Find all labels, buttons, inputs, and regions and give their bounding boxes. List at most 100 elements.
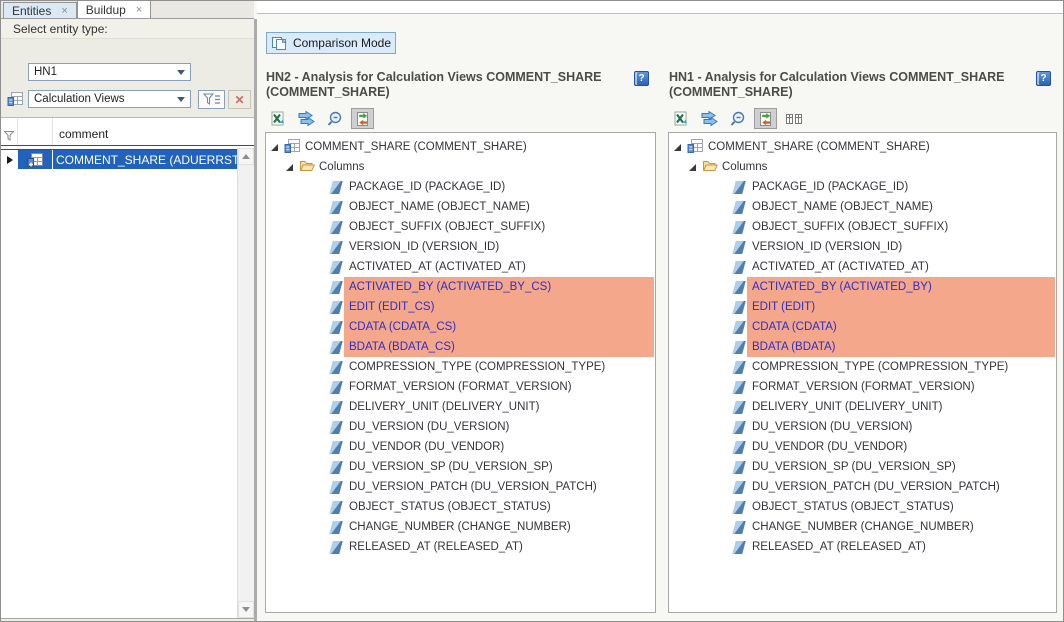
system-select[interactable]: HN1: [28, 63, 191, 81]
help-icon[interactable]: ?: [1036, 71, 1051, 86]
expanded-arrow-icon[interactable]: [689, 164, 696, 171]
column-icon: [329, 381, 342, 394]
tree-column-row[interactable]: VERSION_ID (VERSION_ID): [669, 237, 1056, 257]
calculation-view-icon: [687, 138, 704, 157]
tree-column-row[interactable]: DU_VERSION (DU_VERSION): [669, 417, 1056, 437]
filter-button[interactable]: [198, 90, 225, 109]
tree-column-row[interactable]: PACKAGE_ID (PACKAGE_ID): [266, 177, 655, 197]
clear-filter-button[interactable]: ✕: [228, 90, 251, 109]
column-label: DELIVERY_UNIT (DELIVERY_UNIT): [344, 397, 654, 417]
excel-export-button[interactable]: [267, 108, 290, 129]
column-icon: [732, 361, 745, 374]
tree-column-row[interactable]: VERSION_ID (VERSION_ID): [266, 237, 655, 257]
comment-column-header[interactable]: comment: [53, 127, 254, 145]
column-icon: [329, 401, 342, 414]
tree-column-row[interactable]: RELEASED_AT (RELEASED_AT): [669, 537, 1056, 557]
chevron-down-icon: [177, 70, 185, 75]
entity-row-selected[interactable]: COMMENT_SHARE (ADUERRSTEIN_T: [1, 150, 254, 169]
panel-toolbar-hn1: [670, 108, 805, 129]
tree-column-row[interactable]: BDATA (BDATA_CS): [266, 337, 655, 357]
tree-column-row[interactable]: DU_VENDOR (DU_VENDOR): [669, 437, 1056, 457]
tree-column-row[interactable]: OBJECT_STATUS (OBJECT_STATUS): [266, 497, 655, 517]
column-icon: [329, 241, 342, 254]
tree-column-row[interactable]: DU_VERSION_SP (DU_VERSION_SP): [669, 457, 1056, 477]
tree-root-row[interactable]: COMMENT_SHARE (COMMENT_SHARE): [669, 137, 1056, 157]
tab-entities[interactable]: Entities ×: [3, 2, 77, 18]
column-label: OBJECT_SUFFIX (OBJECT_SUFFIX): [747, 217, 1055, 237]
tree-column-row[interactable]: DU_VENDOR (DU_VENDOR): [266, 437, 655, 457]
tree-root-label: COMMENT_SHARE (COMMENT_SHARE): [305, 141, 527, 153]
tree-column-row[interactable]: BDATA (BDATA): [669, 337, 1056, 357]
column-label: DU_VERSION_PATCH (DU_VERSION_PATCH): [344, 477, 654, 497]
tree-column-row[interactable]: ACTIVATED_BY (ACTIVATED_BY): [669, 277, 1056, 297]
sidebar-scrollbar[interactable]: [237, 148, 254, 618]
tree-folder-row[interactable]: Columns: [266, 157, 655, 177]
column-icon: [732, 301, 745, 314]
compare-button[interactable]: [754, 108, 777, 129]
tree-root-row[interactable]: COMMENT_SHARE (COMMENT_SHARE): [266, 137, 655, 157]
expanded-arrow-icon[interactable]: [271, 144, 278, 151]
scroll-down-button[interactable]: [238, 601, 254, 618]
tree-column-row[interactable]: EDIT (EDIT_CS): [266, 297, 655, 317]
row-icon-cell: [18, 150, 53, 169]
tree-column-row[interactable]: FORMAT_VERSION (FORMAT_VERSION): [669, 377, 1056, 397]
excel-export-button[interactable]: [670, 108, 693, 129]
tree-column-row[interactable]: DU_VERSION_PATCH (DU_VERSION_PATCH): [266, 477, 655, 497]
tree-columns-hn1: PACKAGE_ID (PACKAGE_ID) OBJECT_NAME (OBJ…: [669, 177, 1056, 557]
transfer-button[interactable]: [295, 108, 318, 129]
column-icon: [329, 461, 342, 474]
tree-column-row[interactable]: OBJECT_NAME (OBJECT_NAME): [669, 197, 1056, 217]
tree-column-row[interactable]: PACKAGE_ID (PACKAGE_ID): [669, 177, 1056, 197]
column-label: COMPRESSION_TYPE (COMPRESSION_TYPE): [344, 357, 654, 377]
magnifier-equals-icon: [729, 111, 746, 127]
tree-column-row[interactable]: COMPRESSION_TYPE (COMPRESSION_TYPE): [266, 357, 655, 377]
tree-column-row[interactable]: FORMAT_VERSION (FORMAT_VERSION): [266, 377, 655, 397]
tree-column-row[interactable]: COMPRESSION_TYPE (COMPRESSION_TYPE): [669, 357, 1056, 377]
tree-column-row[interactable]: OBJECT_NAME (OBJECT_NAME): [266, 197, 655, 217]
tree-column-row[interactable]: OBJECT_STATUS (OBJECT_STATUS): [669, 497, 1056, 517]
entity-type-select[interactable]: Calculation Views: [28, 90, 191, 108]
zoom-filter-button[interactable]: [726, 108, 749, 129]
tree-column-row[interactable]: EDIT (EDIT): [669, 297, 1056, 317]
column-label: ACTIVATED_BY (ACTIVATED_BY_CS): [344, 277, 654, 297]
tree-column-row[interactable]: DELIVERY_UNIT (DELIVERY_UNIT): [266, 397, 655, 417]
tree-column-row[interactable]: DU_VERSION (DU_VERSION): [266, 417, 655, 437]
column-label: CDATA (CDATA): [747, 317, 1055, 337]
tree-column-row[interactable]: RELEASED_AT (RELEASED_AT): [266, 537, 655, 557]
column-label: PACKAGE_ID (PACKAGE_ID): [747, 177, 1055, 197]
tree-column-row[interactable]: ACTIVATED_AT (ACTIVATED_AT): [266, 257, 655, 277]
column-label: DU_VERSION_SP (DU_VERSION_SP): [344, 457, 654, 477]
comparison-mode-button[interactable]: Comparison Mode: [266, 32, 396, 54]
column-label: ACTIVATED_AT (ACTIVATED_AT): [344, 257, 654, 277]
tree-column-row[interactable]: ACTIVATED_AT (ACTIVATED_AT): [669, 257, 1056, 277]
compare-button[interactable]: [351, 108, 374, 129]
column-label: DU_VERSION (DU_VERSION): [344, 417, 654, 437]
expanded-arrow-icon[interactable]: [286, 164, 293, 171]
column-icon: [329, 361, 342, 374]
tree-column-row[interactable]: DU_VERSION_PATCH (DU_VERSION_PATCH): [669, 477, 1056, 497]
transfer-button[interactable]: [698, 108, 721, 129]
column-label: BDATA (BDATA_CS): [344, 337, 654, 357]
column-icon: [329, 481, 342, 494]
tab-entities-close-icon[interactable]: ×: [61, 6, 67, 16]
column-label: DU_VENDOR (DU_VENDOR): [747, 437, 1055, 457]
header-filter-cell[interactable]: [1, 118, 18, 145]
tree-column-row[interactable]: CHANGE_NUMBER (CHANGE_NUMBER): [669, 517, 1056, 537]
column-layout-button[interactable]: [782, 108, 805, 129]
tab-buildup-close-icon[interactable]: ×: [136, 5, 142, 15]
tab-buildup[interactable]: Buildup ×: [77, 0, 151, 18]
help-icon[interactable]: ?: [634, 71, 649, 86]
tree-column-row[interactable]: CDATA (CDATA_CS): [266, 317, 655, 337]
tree-folder-row[interactable]: Columns: [669, 157, 1056, 177]
tree-column-row[interactable]: ACTIVATED_BY (ACTIVATED_BY_CS): [266, 277, 655, 297]
scroll-up-button[interactable]: [238, 148, 254, 165]
column-icon: [732, 421, 745, 434]
tree-column-row[interactable]: CDATA (CDATA): [669, 317, 1056, 337]
tree-column-row[interactable]: CHANGE_NUMBER (CHANGE_NUMBER): [266, 517, 655, 537]
tree-column-row[interactable]: OBJECT_SUFFIX (OBJECT_SUFFIX): [266, 217, 655, 237]
tree-column-row[interactable]: OBJECT_SUFFIX (OBJECT_SUFFIX): [669, 217, 1056, 237]
tree-column-row[interactable]: DELIVERY_UNIT (DELIVERY_UNIT): [669, 397, 1056, 417]
expanded-arrow-icon[interactable]: [674, 144, 681, 151]
tree-column-row[interactable]: DU_VERSION_SP (DU_VERSION_SP): [266, 457, 655, 477]
zoom-filter-button[interactable]: [323, 108, 346, 129]
